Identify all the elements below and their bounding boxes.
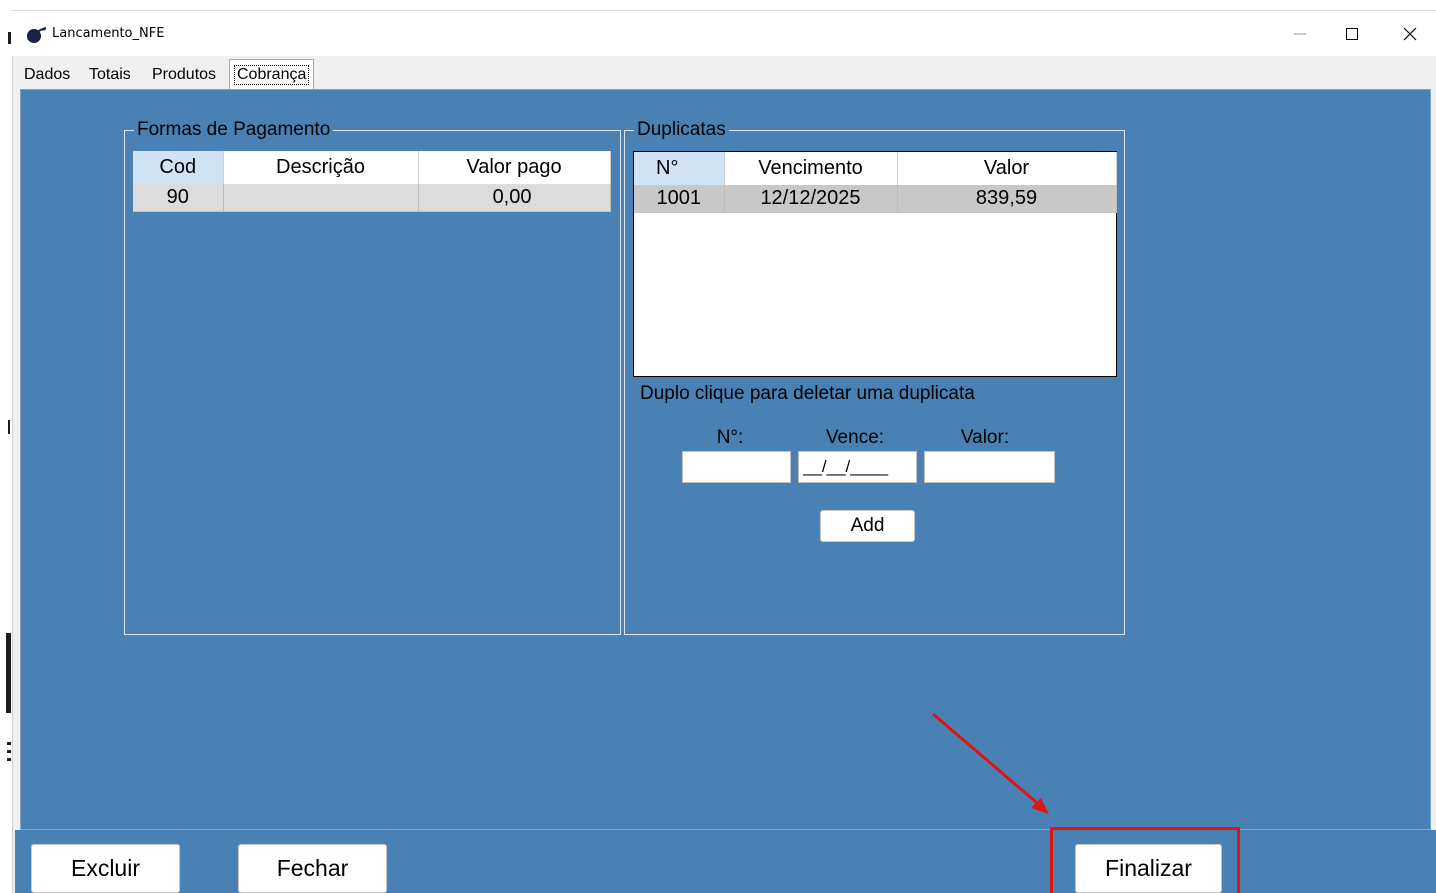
tab-produtos[interactable]: Produtos: [148, 62, 220, 88]
numero-label: N°:: [716, 427, 744, 448]
title-bar: [12, 10, 1436, 56]
add-duplicata-button[interactable]: Add: [820, 510, 915, 542]
vence-date-input[interactable]: [798, 451, 917, 483]
annotation-arrow-icon: [932, 712, 1049, 814]
column-header-cod[interactable]: Cod: [133, 151, 224, 184]
vence-label: Vence:: [825, 427, 885, 448]
column-header-vencimento[interactable]: Vencimento: [724, 152, 898, 185]
cell-n[interactable]: 1001: [634, 185, 725, 213]
tab-cobranca-label: Cobrança: [234, 64, 310, 85]
window-title: Lancamento_NFE: [52, 26, 165, 41]
column-header-n[interactable]: N°: [634, 152, 725, 185]
minimize-icon: [1294, 33, 1306, 35]
maximize-icon: [1346, 28, 1358, 40]
duplicatas-title: Duplicatas: [634, 119, 729, 141]
cell-valor[interactable]: 839,59: [897, 185, 1117, 213]
maximize-button[interactable]: [1334, 20, 1370, 48]
column-header-valor[interactable]: Valor: [897, 152, 1117, 185]
excluir-button[interactable]: Excluir: [31, 844, 180, 893]
fechar-button[interactable]: Fechar: [238, 844, 387, 893]
cell-vencimento[interactable]: 12/12/2025: [724, 185, 898, 213]
formas-pagamento-table[interactable]: Cod Descrição Valor pago 90 0,00: [133, 151, 611, 212]
table-row[interactable]: 90 0,00: [133, 184, 611, 212]
close-icon: [1403, 27, 1417, 41]
table-row[interactable]: 1001 12/12/2025 839,59: [634, 185, 1117, 213]
formas-pagamento-title: Formas de Pagamento: [134, 119, 334, 141]
close-button[interactable]: [1392, 20, 1428, 48]
table-header-row: N° Vencimento Valor: [634, 152, 1117, 185]
column-header-descricao[interactable]: Descrição: [223, 151, 419, 184]
app-logo-icon: [27, 27, 47, 43]
valor-input[interactable]: [924, 451, 1055, 483]
table-header-row: Cod Descrição Valor pago: [133, 151, 611, 184]
delete-hint-text: Duplo clique para deletar uma duplicata: [640, 383, 975, 404]
tab-dados[interactable]: Dados: [20, 62, 74, 88]
column-header-valor-pago[interactable]: Valor pago: [418, 151, 611, 184]
cell-valor-pago[interactable]: 0,00: [418, 184, 611, 212]
cell-cod[interactable]: 90: [133, 184, 224, 212]
valor-label: Valor:: [960, 427, 1010, 448]
annotation-highlight-box: [1050, 827, 1240, 893]
duplicatas-table[interactable]: N° Vencimento Valor 1001 12/12/2025 839,…: [634, 152, 1117, 213]
tab-totais[interactable]: Totais: [85, 62, 135, 88]
numero-input[interactable]: [682, 451, 791, 483]
background-edge: [0, 0, 12, 893]
cell-descricao[interactable]: [223, 184, 419, 212]
tab-cobranca[interactable]: Cobrança: [229, 59, 315, 89]
minimize-button[interactable]: [1282, 20, 1318, 48]
